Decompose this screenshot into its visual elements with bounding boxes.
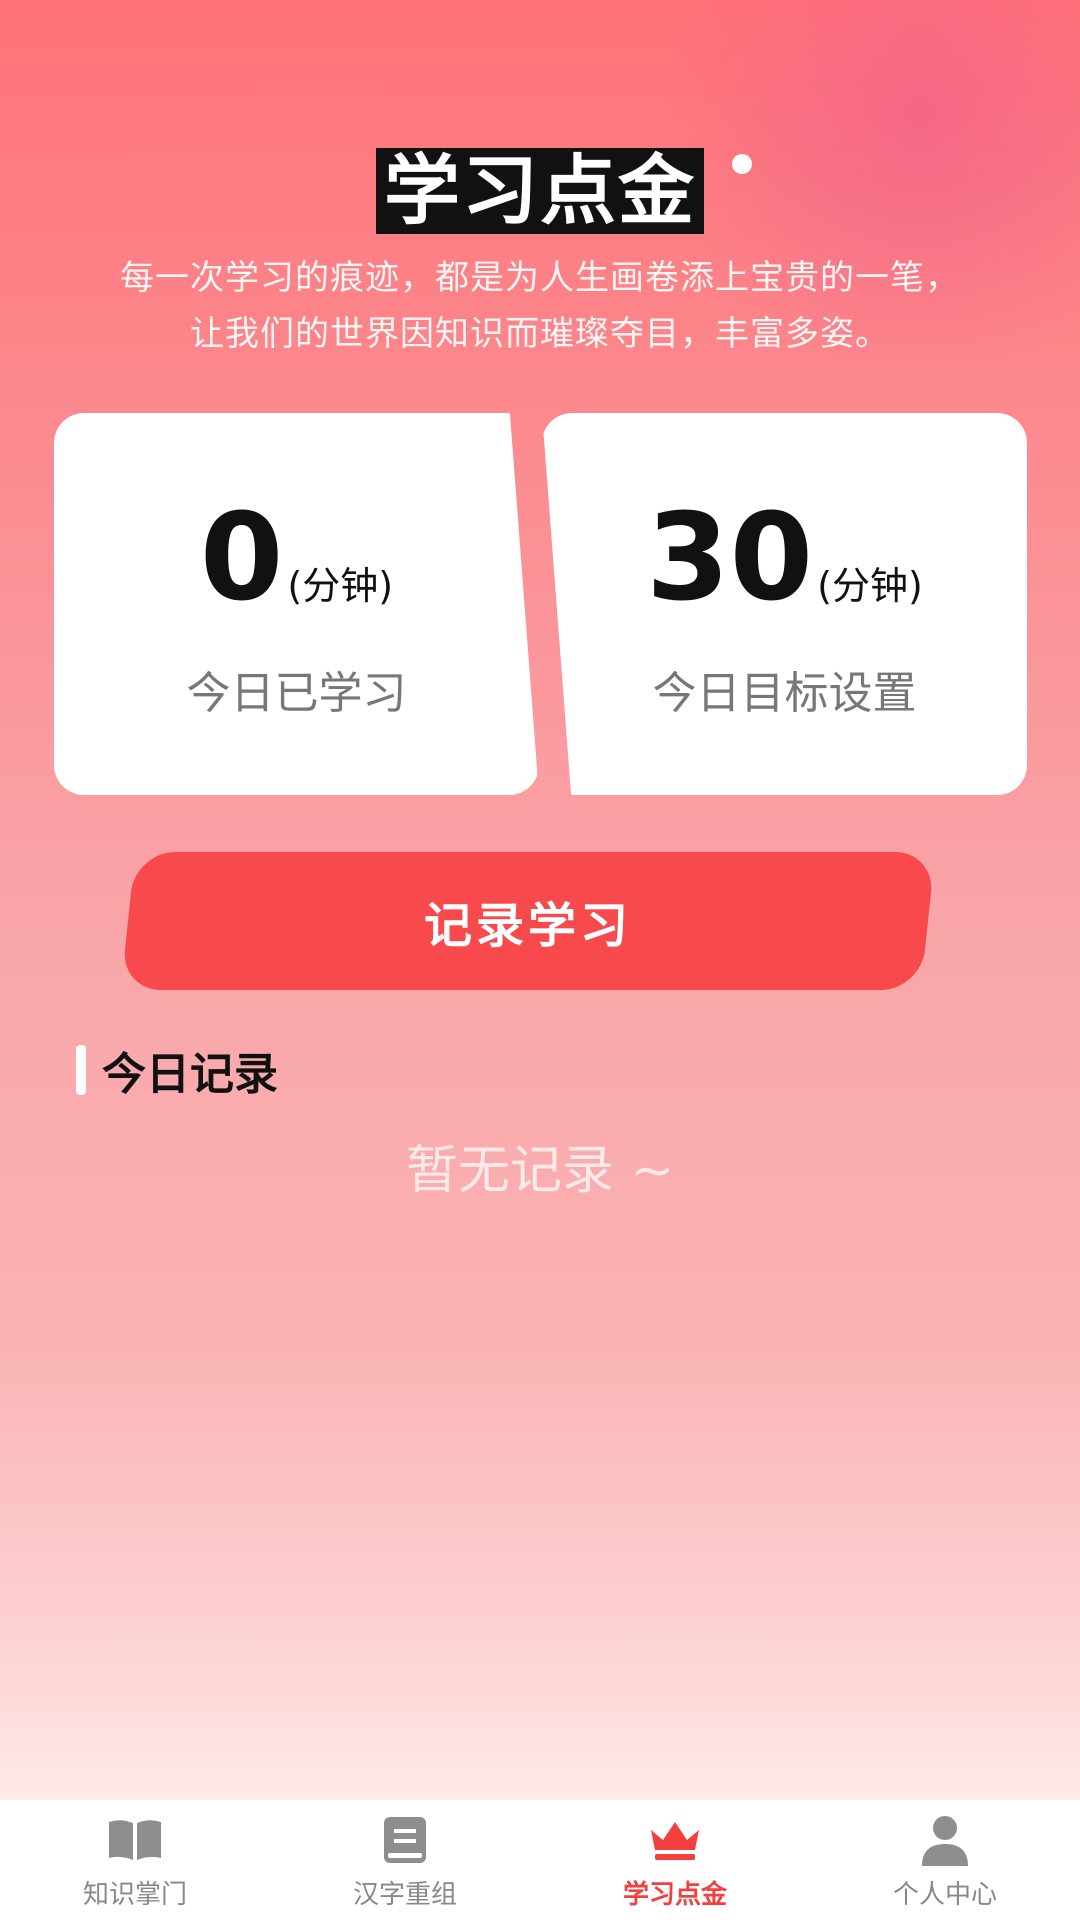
tab-knowledge-label: 知识掌门 xyxy=(82,1880,187,1910)
title-area: 学习点金 xyxy=(0,148,1080,234)
tab-study-gold[interactable]: 学习点金 xyxy=(540,1800,810,1920)
today-record-title: 今日记录 xyxy=(102,1049,278,1100)
studied-today-card: 0 (分钟) 今日已学习 xyxy=(54,413,539,795)
subtitle-line-1: 每一次学习的痕迹，都是为人生画卷添上宝贵的一笔， xyxy=(120,258,960,298)
goal-value: 30 (分钟) xyxy=(542,499,1027,619)
subtitle: 每一次学习的痕迹，都是为人生画卷添上宝贵的一笔， 让我们的世界因知识而璀璨夺目，… xyxy=(40,250,1040,362)
book-open-icon xyxy=(105,1814,165,1866)
page-title: 学习点金 xyxy=(376,148,704,234)
goal-minutes: 30 xyxy=(646,489,814,628)
studied-value: 0 (分钟) xyxy=(54,499,539,619)
tab-profile-label: 个人中心 xyxy=(892,1880,997,1910)
tab-knowledge[interactable]: 知识掌门 xyxy=(0,1800,270,1920)
title-decoration-dot xyxy=(732,154,752,174)
studied-unit: (分钟) xyxy=(287,564,394,608)
tab-hanzi-label: 汉字重组 xyxy=(352,1880,457,1910)
person-icon xyxy=(915,1814,975,1866)
today-record-heading: 今日记录 xyxy=(76,1040,278,1100)
goal-unit: (分钟) xyxy=(817,564,923,608)
bottom-tab-bar: 知识掌门 汉字重组 学习点金 个人中心 xyxy=(0,1800,1080,1920)
section-accent-bar xyxy=(76,1045,86,1095)
tab-hanzi[interactable]: 汉字重组 xyxy=(270,1800,540,1920)
record-study-button[interactable]: 记录学习 xyxy=(120,852,936,990)
record-study-label: 记录学习 xyxy=(423,898,632,954)
crown-icon xyxy=(645,1814,705,1866)
tab-study-gold-label: 学习点金 xyxy=(622,1880,727,1910)
studied-minutes: 0 xyxy=(199,489,284,628)
goal-label: 今日目标设置 xyxy=(652,668,917,719)
book-closed-icon xyxy=(375,1814,435,1866)
empty-record-text: 暂无记录 ~ xyxy=(405,1141,675,1201)
subtitle-line-2: 让我们的世界因知识而璀璨夺目，丰富多姿。 xyxy=(190,314,890,354)
tab-profile[interactable]: 个人中心 xyxy=(810,1800,1080,1920)
goal-setting-card[interactable]: 30 (分钟) 今日目标设置 xyxy=(542,413,1027,795)
studied-label: 今日已学习 xyxy=(186,668,407,719)
app-screen: 学习点金 每一次学习的痕迹，都是为人生画卷添上宝贵的一笔， 让我们的世界因知识而… xyxy=(0,0,1080,1920)
